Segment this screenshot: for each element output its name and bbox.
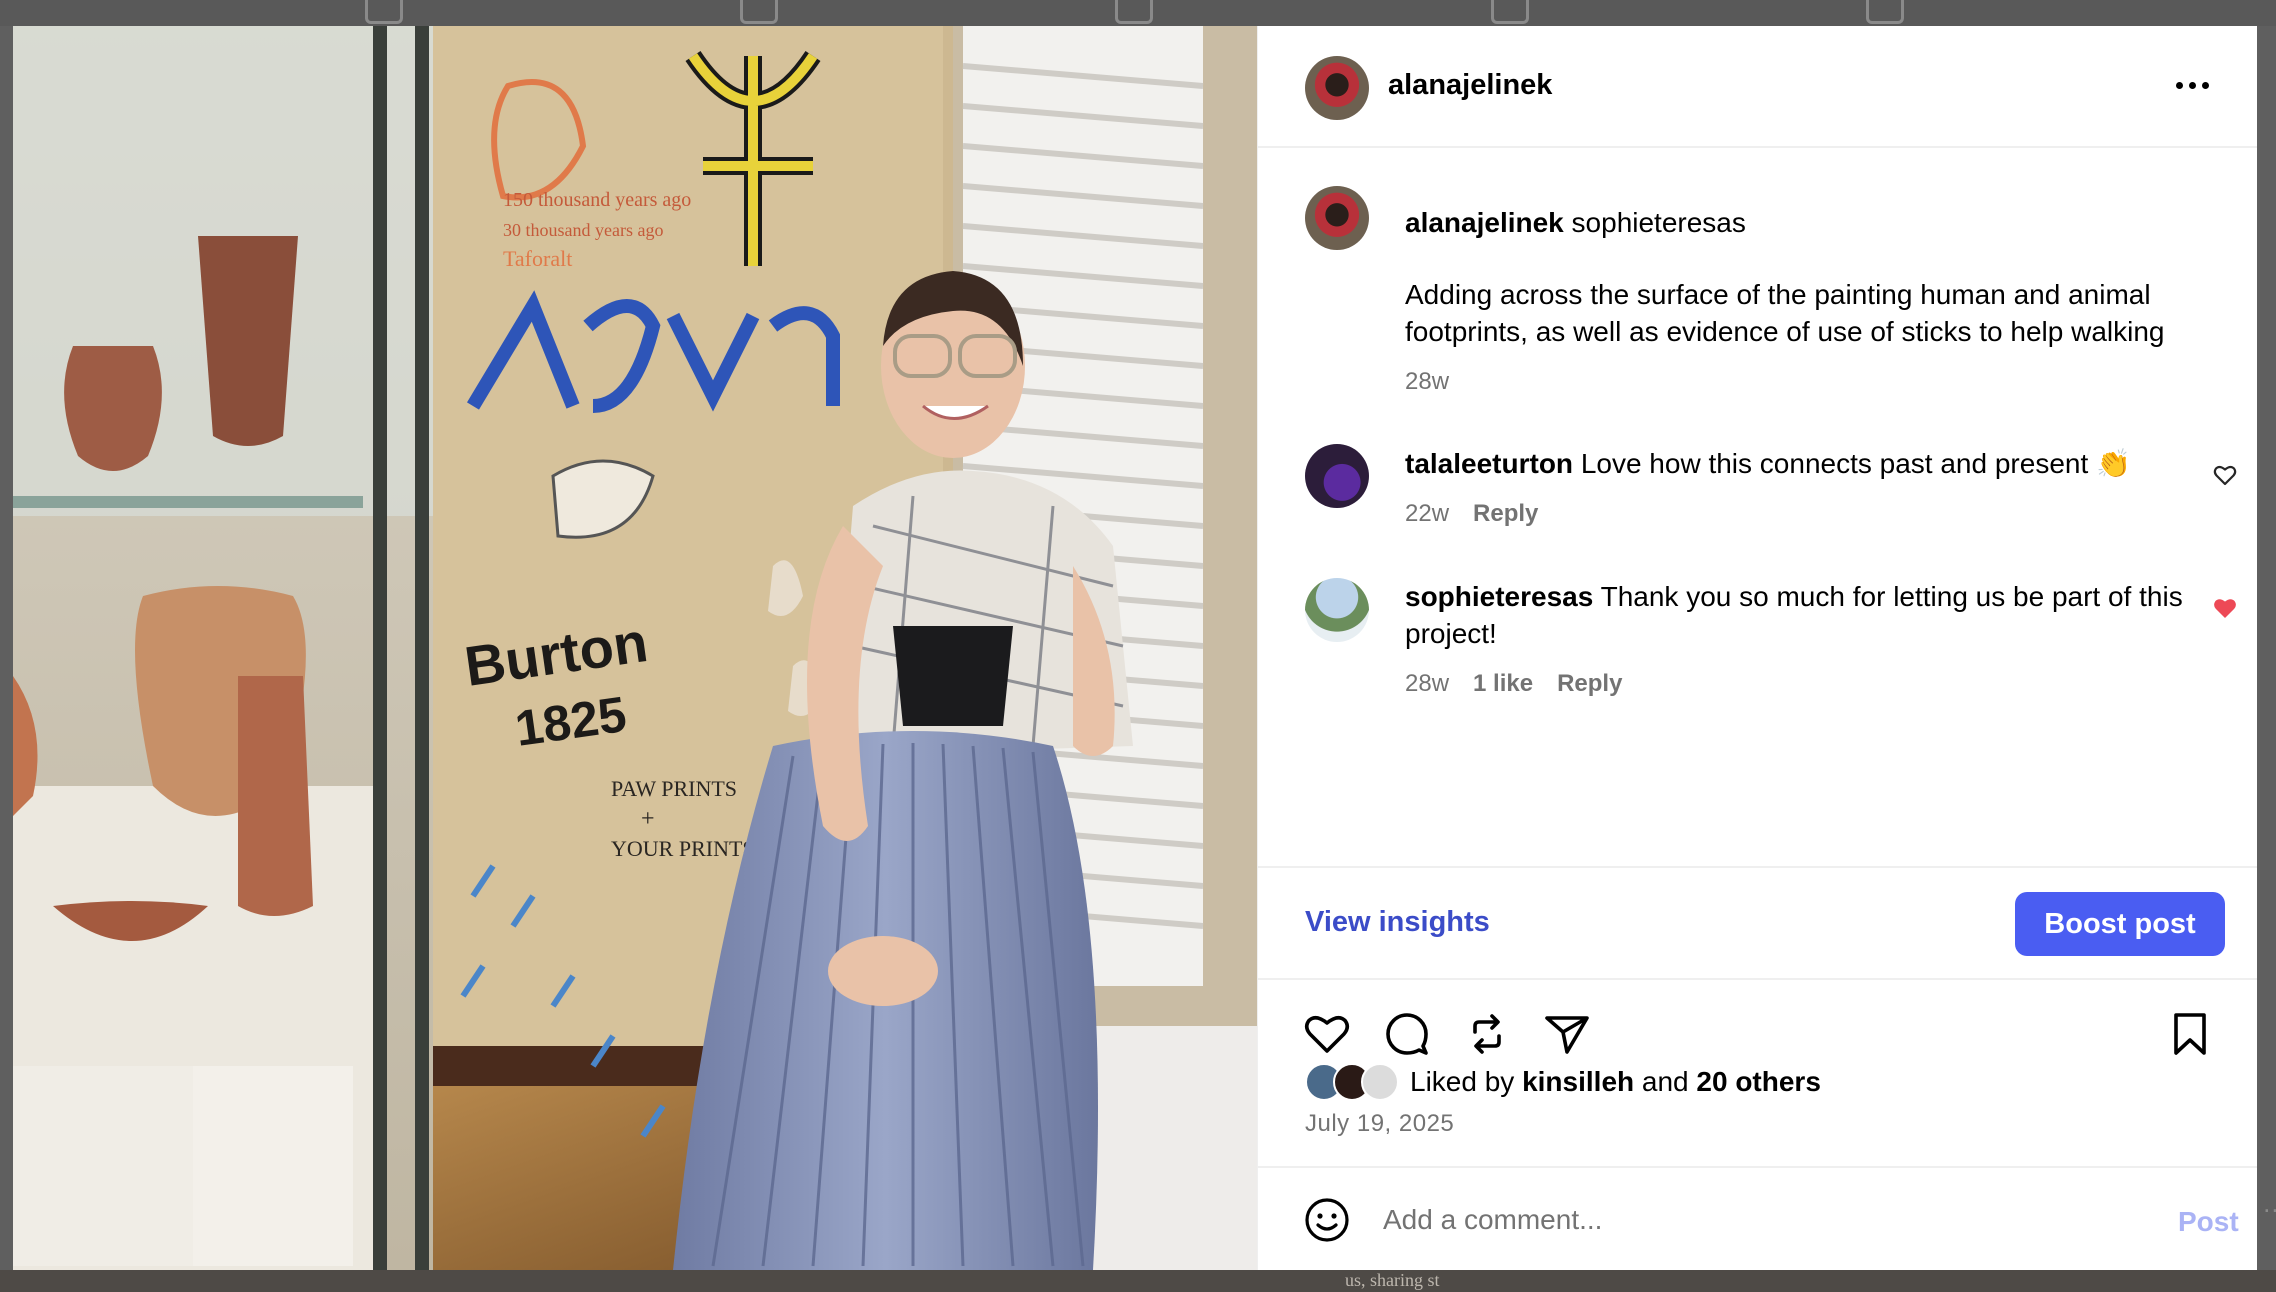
likes-prefix: Liked by (1410, 1066, 1515, 1097)
mural-text-your-prints: YOUR PRINTS (611, 836, 755, 861)
emoji-icon[interactable] (1303, 1196, 1351, 1244)
bookmark-icon[interactable] (2166, 1010, 2214, 1058)
view-insights-link[interactable]: View insights (1305, 906, 1490, 939)
comment-input[interactable] (1383, 1196, 2063, 1244)
post-modal: 150 thousand years ago 30 thousand years… (13, 26, 2257, 1270)
commenter-avatar[interactable] (1305, 444, 1369, 508)
post-header: alanajelinek (1258, 26, 2257, 148)
comment-text: Love how this connects past and present … (1580, 448, 2131, 479)
author-avatar[interactable] (1305, 56, 1369, 120)
liker-avatar (1361, 1063, 1399, 1101)
repost-icon (1491, 0, 1529, 24)
comment-body: sophieteresas Thank you so much for lett… (1405, 578, 2205, 652)
post-photo: 150 thousand years ago 30 thousand years… (13, 26, 1257, 1270)
reply-button[interactable]: Reply (1557, 670, 1622, 698)
comment-meta: 28w 1 like Reply (1405, 670, 1622, 698)
caption-tag[interactable]: sophieteresas (1572, 207, 1746, 238)
grid-icon (365, 0, 403, 24)
likers-avatar-stack[interactable] (1305, 1063, 1410, 1101)
heart-icon[interactable] (1303, 1010, 1351, 1058)
mural-text-taforalt: Taforalt (503, 246, 572, 271)
comment-body: talaleeturton Love how this connects pas… (1405, 445, 2205, 482)
tagged-icon (1866, 0, 1904, 24)
insights-bar: View insights Boost post (1258, 866, 2257, 980)
caption-meta: 28w (1405, 368, 1449, 396)
comment-time[interactable]: 28w (1405, 670, 1449, 698)
mural-text-30k: 30 thousand years ago (503, 220, 663, 240)
background-grid-strip: us, sharing st (0, 1270, 2276, 1292)
caption-time[interactable]: 28w (1405, 368, 1449, 396)
comment-icon[interactable] (1383, 1010, 1431, 1058)
mural-text-plus: + (641, 806, 655, 832)
mural-text-paw-prints: PAW PRINTS (611, 776, 737, 801)
post-date[interactable]: July 19, 2025 (1305, 1110, 1454, 1138)
post-details-panel: alanajelinek alanajelinek sophieteresas … (1257, 26, 2257, 1270)
mural-text-150k: 150 thousand years ago (503, 189, 691, 211)
comment-meta: 22w Reply (1405, 500, 1538, 528)
comment-like-heart-icon[interactable] (2213, 463, 2237, 487)
comment-liked-heart-icon[interactable] (2213, 596, 2237, 620)
likes-others-link[interactable]: 20 others (1696, 1066, 1821, 1097)
share-icon[interactable] (1543, 1010, 1591, 1058)
background-nav-bar (0, 0, 2276, 26)
likes-text: Liked by kinsilleh and 20 others (1410, 1066, 1821, 1098)
background-snippet: us, sharing st (1345, 1270, 1440, 1290)
commenter-avatar[interactable] (1305, 578, 1369, 642)
post-comment-button[interactable]: Post (2178, 1206, 2239, 1238)
caption-text: Adding across the surface of the paintin… (1405, 279, 2165, 347)
author-username[interactable]: alanajelinek (1388, 69, 1552, 102)
comment-time[interactable]: 22w (1405, 500, 1449, 528)
likes-and: and (1641, 1066, 1689, 1097)
caption-header: alanajelinek sophieteresas (1405, 204, 2205, 241)
caption-avatar[interactable] (1305, 186, 1369, 250)
boost-post-button[interactable]: Boost post (2015, 892, 2225, 956)
repost-icon[interactable] (1463, 1010, 1511, 1058)
bookmark-icon (1115, 0, 1153, 24)
comment-likes-count[interactable]: 1 like (1473, 670, 1533, 698)
reels-icon (740, 0, 778, 24)
likes-summary: Liked by kinsilleh and 20 others (1305, 1062, 1821, 1102)
photo-illustration: 150 thousand years ago 30 thousand years… (13, 26, 1257, 1270)
comment-username[interactable]: talaleeturton (1405, 448, 1573, 479)
add-comment-bar: Post (1258, 1166, 2257, 1270)
background-more-icon: … (2262, 1188, 2276, 1219)
caption-username[interactable]: alanajelinek (1405, 207, 1564, 238)
comment-username[interactable]: sophieteresas (1405, 581, 1593, 612)
reply-button[interactable]: Reply (1473, 500, 1538, 528)
liker-username[interactable]: kinsilleh (1522, 1066, 1634, 1097)
more-options-icon[interactable] (2176, 82, 2209, 89)
comments-section: alanajelinek sophieteresas Adding across… (1258, 148, 2257, 866)
